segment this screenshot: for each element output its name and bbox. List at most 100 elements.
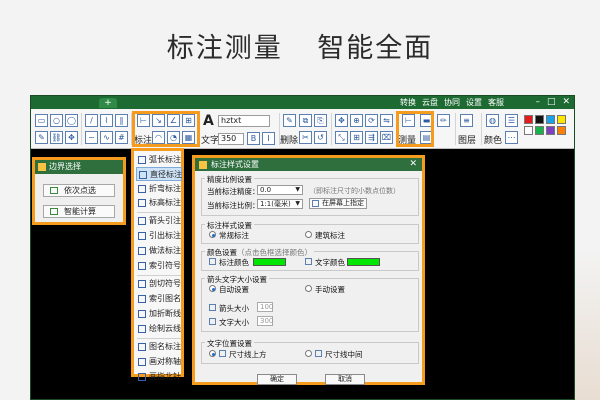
menu-item-arrow-note[interactable]: 箭头引注 (136, 214, 182, 228)
palette-icon[interactable]: ◍ (486, 114, 499, 127)
ok-button[interactable]: 确定 (257, 374, 297, 385)
radio-manual-size[interactable] (305, 285, 312, 292)
radio-text-above[interactable] (209, 350, 216, 357)
bend-icon (138, 185, 146, 193)
menu-item-section[interactable]: 剖切符号 (136, 277, 182, 291)
precision-value: 0.0 (260, 186, 272, 194)
menu-item-drawing-title[interactable]: 图名标注 (136, 340, 182, 354)
maximize-icon[interactable]: □ (547, 97, 556, 107)
menu-item-diameter[interactable]: 直径标注 (136, 167, 182, 181)
menu-item-arc-length[interactable]: 弧长标注 (136, 153, 182, 167)
text-color-picker[interactable] (347, 258, 380, 266)
swatch-color[interactable] (524, 115, 533, 124)
pen-icon[interactable]: ✎ (35, 131, 48, 144)
radio-architectural[interactable] (305, 231, 312, 238)
toolbar-divider (481, 113, 482, 145)
menu-item-leader[interactable]: 引出标注 (136, 229, 182, 243)
cut-icon[interactable]: ✂ (299, 131, 312, 144)
cancel-button[interactable]: 取消 (325, 374, 365, 385)
link-cloud[interactable]: 云盘 (422, 97, 438, 108)
link-support[interactable]: 客服 (488, 97, 504, 108)
text-button[interactable]: 文字 (201, 133, 219, 146)
link-convert[interactable]: 转换 (400, 97, 416, 108)
minimize-icon[interactable]: – (535, 97, 540, 107)
menu-item-label: 做法标注 (149, 246, 181, 255)
undo-icon[interactable]: ↺ (314, 131, 327, 144)
menu-item-label: 弧长标注 (149, 155, 181, 164)
radio-normal[interactable] (209, 231, 216, 238)
menu-item-index-title[interactable]: 索引图名 (136, 292, 182, 306)
line-icon[interactable]: / (85, 114, 98, 127)
pick-on-screen-button[interactable]: 在屏幕上指定 (309, 198, 367, 209)
brush-icon[interactable]: ✎ (283, 114, 296, 127)
text-size-label: 文字大小 (219, 318, 249, 327)
radio-auto-size[interactable] (209, 285, 216, 292)
menu-item-symmetry-axis[interactable]: 画对称轴 (136, 355, 182, 369)
chain-icon[interactable]: ⛓ (50, 131, 63, 144)
swatch-color[interactable] (546, 115, 555, 124)
pick-on-screen-label: 在屏幕上指定 (322, 199, 364, 207)
color-button[interactable]: 颜色 (484, 133, 502, 146)
menu-item-north-arrow[interactable]: 画指北针 (136, 370, 182, 384)
rotate-icon[interactable]: ⟳ (365, 114, 378, 127)
plus-icon[interactable]: + (99, 98, 117, 108)
pencil-icon[interactable]: ✏ (437, 114, 450, 127)
circle-icon[interactable]: ○ (50, 114, 63, 127)
ellipse-icon[interactable]: ◯ (65, 114, 78, 127)
mirror-icon[interactable]: ⇋ (380, 114, 393, 127)
link-collab[interactable]: 协同 (444, 97, 460, 108)
menu-item-index-symbol[interactable]: 索引符号 (136, 259, 182, 273)
menu-item-label: 图名标注 (149, 342, 181, 351)
text-icon[interactable]: A (203, 113, 214, 129)
layers-icon[interactable]: ≡ (460, 114, 473, 127)
font-size-select[interactable]: 350 (218, 133, 244, 145)
offset-icon[interactable]: ⇶ (365, 131, 378, 144)
menu-item-break-line[interactable]: 加折断线 (136, 307, 182, 321)
menu-item-elevation[interactable]: 标高标注 (136, 196, 182, 210)
copy-icon[interactable]: ⧉ (299, 114, 312, 127)
radio-text-middle[interactable] (305, 350, 312, 357)
swatch-color[interactable] (557, 126, 566, 135)
smart-calc-button[interactable]: 智能计算 (43, 205, 115, 218)
pick-sequential-button[interactable]: 依次点选 (43, 184, 115, 197)
link-settings[interactable]: 设置 (466, 97, 482, 108)
move-icon[interactable]: ✥ (65, 131, 78, 144)
menu-item-label: 直径标注 (150, 170, 182, 179)
font-select[interactable]: hztxt (218, 115, 270, 127)
swatch-color[interactable] (524, 126, 533, 135)
chevron-down-icon: ▼ (295, 186, 300, 193)
decor-stripe (574, 250, 600, 400)
dim-color-picker[interactable] (253, 258, 286, 266)
swatch-color[interactable] (535, 115, 544, 124)
grid-icon[interactable]: # (115, 131, 128, 144)
layer-button[interactable]: 图层 (458, 133, 476, 146)
italic-icon[interactable]: I (262, 132, 275, 145)
line-type-icon[interactable]: ⋯ (505, 131, 518, 144)
delete-button[interactable]: 删除 (280, 133, 298, 146)
pan-icon[interactable]: ✥ (335, 114, 348, 127)
scale-icon[interactable]: ⤡ (335, 131, 348, 144)
rect-icon[interactable]: ▭ (35, 114, 48, 127)
wave-icon[interactable]: ~ (85, 131, 98, 144)
menu-item-method[interactable]: 做法标注 (136, 244, 182, 258)
array-icon[interactable]: ⊞ (350, 131, 363, 144)
parallel-icon[interactable]: ∥ (115, 114, 128, 127)
swatch-color[interactable] (535, 126, 544, 135)
curve-icon[interactable]: ∿ (100, 131, 113, 144)
menu-item-bend[interactable]: 折弯标注 (136, 182, 182, 196)
close-icon[interactable]: ✕ (562, 97, 570, 107)
menu-item-cloud-line[interactable]: 绘制云线 (136, 322, 182, 336)
swatch-color[interactable] (546, 126, 555, 135)
paste-icon[interactable]: ⎘ (314, 114, 327, 127)
line-weight-icon[interactable]: ☰ (505, 114, 518, 127)
trim-icon[interactable]: ⌧ (380, 131, 393, 144)
arrow-size-input[interactable]: 100 (257, 302, 273, 312)
close-icon[interactable]: ✕ (409, 158, 417, 171)
swatch-color[interactable] (557, 115, 566, 124)
zoom-icon[interactable]: ⊕ (350, 114, 363, 127)
scale-select[interactable]: 1:1(毫米) ▼ (257, 199, 303, 209)
bold-icon[interactable]: B (247, 132, 260, 145)
precision-select[interactable]: 0.0 ▼ (257, 185, 303, 195)
polyline-icon[interactable]: ⌇ (100, 114, 113, 127)
text-size-input[interactable]: 300 (257, 316, 273, 326)
